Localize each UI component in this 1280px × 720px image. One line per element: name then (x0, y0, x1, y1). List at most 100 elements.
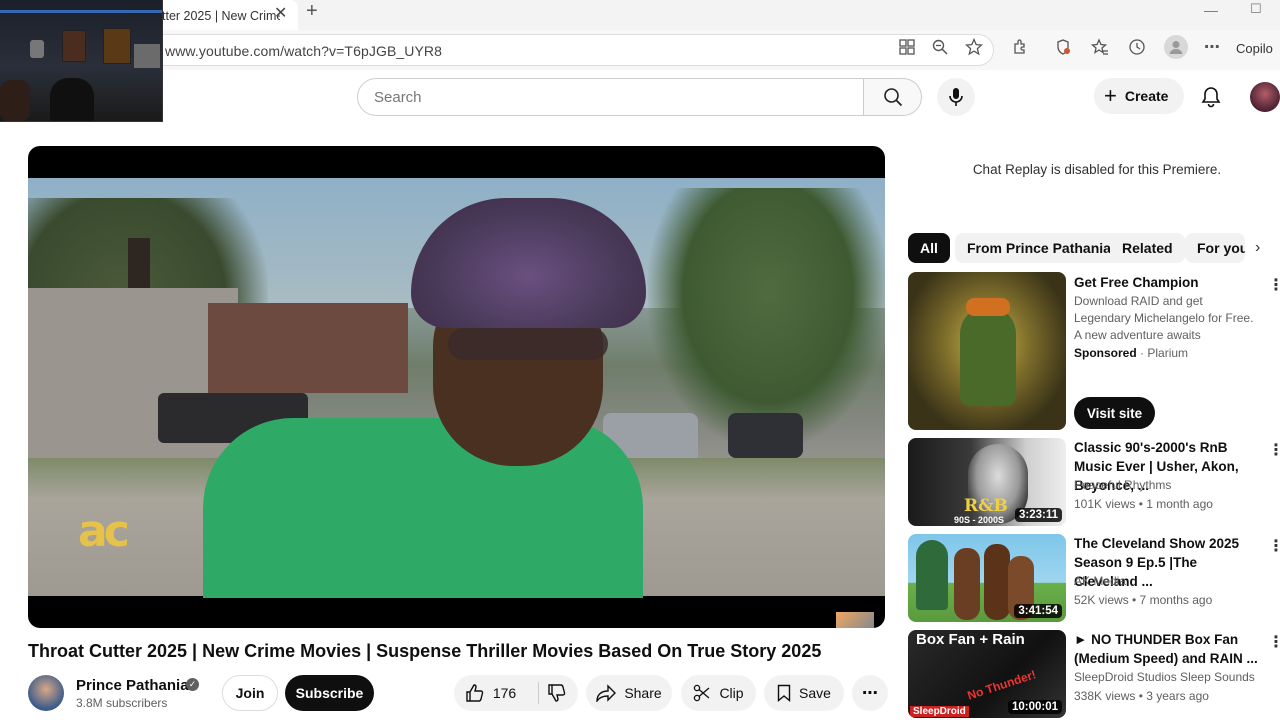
join-label: Join (235, 685, 265, 701)
search-button[interactable] (863, 78, 922, 116)
chip-for-you[interactable]: For you (1185, 233, 1245, 263)
recommendation-meta: 52K views • 7 months ago (1074, 593, 1213, 607)
share-label: Share (624, 685, 662, 701)
browser-menu-icon[interactable]: ⋯ (1202, 37, 1222, 57)
browser-essentials-icon[interactable] (1053, 37, 1073, 57)
dislike-button[interactable] (547, 683, 567, 703)
parked-car (728, 413, 803, 458)
thumbnail-subtext: 90S - 2000S (954, 515, 1005, 525)
thumbnail-character (954, 548, 980, 620)
new-tab-icon[interactable]: + (306, 0, 318, 23)
duration-badge: 3:41:54 (1014, 604, 1062, 618)
chip-from-channel[interactable]: From Prince Pathania (955, 233, 1123, 263)
channel-watermark-logo: ac (78, 506, 130, 557)
search-box[interactable] (357, 78, 864, 116)
tab-close-icon[interactable]: ✕ (274, 3, 287, 23)
extensions-icon[interactable] (1010, 37, 1030, 57)
subscriber-count: 3.8M subscribers (76, 696, 168, 710)
clip-label: Clip (719, 685, 744, 701)
ad-title[interactable]: Get Free Champion (1074, 273, 1260, 292)
shelf-item (30, 40, 44, 58)
url-text[interactable]: www.youtube.com/watch?v=T6pJGB_UYR8 (165, 43, 442, 59)
apps-icon[interactable] (897, 37, 917, 57)
video-title: Throat Cutter 2025 | New Crime Movies | … (28, 641, 822, 661)
recommendation-menu-icon[interactable]: ⋮ (1268, 440, 1280, 460)
gaming-chair (50, 78, 94, 121)
recommendation-menu-icon[interactable]: ⋮ (1268, 632, 1280, 652)
tree (648, 188, 885, 448)
recommendation-title[interactable]: ► NO THUNDER Box Fan (Medium Speed) and … (1074, 630, 1260, 668)
poster (62, 30, 86, 62)
like-dislike-group: 176 (454, 675, 578, 711)
house (208, 303, 408, 393)
video-frame[interactable]: ac (28, 178, 885, 628)
youtube-header: + Create (0, 70, 1280, 122)
ad-figure (960, 306, 1016, 406)
search-input[interactable] (374, 89, 834, 106)
favorites-icon[interactable] (1090, 37, 1110, 57)
share-button[interactable]: Share (586, 675, 672, 711)
advertiser-name: Plarium (1147, 346, 1189, 360)
visit-site-label: Visit site (1086, 405, 1143, 421)
chevron-right-icon[interactable]: › (1255, 239, 1260, 257)
minimize-icon[interactable]: — (1204, 2, 1218, 18)
profile-icon[interactable] (1164, 35, 1188, 59)
address-bar[interactable]: www.youtube.com/watch?v=T6pJGB_UYR8 (120, 34, 994, 66)
plus-icon: + (1104, 83, 1117, 108)
copilot-button[interactable]: Copilo (1236, 41, 1273, 56)
thumbnail-text: R&B (964, 496, 1008, 516)
thumbs-up-icon (466, 684, 484, 702)
notifications-button[interactable] (1196, 82, 1226, 112)
chip-related[interactable]: Related (1110, 233, 1185, 263)
thumbnail-text: Box Fan + Rain (916, 631, 1025, 648)
verified-badge-icon: ✓ (186, 678, 199, 691)
recommendation-channel[interactable]: Peaceful Rhythms (1074, 477, 1264, 494)
channel-avatar[interactable] (28, 675, 64, 711)
subscribe-button[interactable]: Subscribe (285, 675, 374, 711)
account-avatar[interactable] (1250, 82, 1280, 112)
thumbnail-brand: SleepDroid (910, 706, 969, 717)
maximize-icon[interactable]: ☐ (1250, 1, 1262, 17)
subscribe-label: Subscribe (295, 685, 364, 701)
recommendation-channel[interactable]: AK Media (1074, 573, 1264, 590)
history-icon[interactable] (1127, 37, 1147, 57)
browser-tabstrip: tter 2025 | New Crime Movies ✕ + — ☐ (0, 0, 1280, 30)
sunglasses (448, 328, 608, 360)
video-player[interactable]: ac (28, 146, 885, 628)
led-strip (0, 10, 162, 13)
recommendation-meta: 101K views • 1 month ago (1074, 497, 1213, 511)
thumbnail-character (984, 544, 1010, 620)
ad-menu-icon[interactable]: ⋮ (1268, 275, 1280, 295)
create-button[interactable]: + Create (1094, 78, 1184, 114)
clip-button[interactable]: Clip (681, 675, 756, 711)
ad-sponsor-line: Sponsored · Plarium (1074, 345, 1264, 362)
favorite-star-icon[interactable] (964, 37, 984, 57)
recommendation-thumbnail[interactable]: 3:41:54 (908, 534, 1066, 622)
join-button[interactable]: Join (222, 675, 278, 711)
channel-branding-thumbnail[interactable] (836, 612, 874, 628)
webcam-overlay (0, 0, 163, 122)
visit-site-button[interactable]: Visit site (1074, 397, 1155, 429)
voice-search-button[interactable] (937, 78, 975, 116)
save-button[interactable]: Save (764, 675, 844, 711)
address-bar-row: www.youtube.com/watch?v=T6pJGB_UYR8 ⋯ Co… (0, 30, 1280, 70)
recommendation-thumbnail[interactable]: Box Fan + Rain No Thunder! SleepDroid 10… (908, 630, 1066, 718)
save-label: Save (799, 685, 831, 701)
tab-title: tter 2025 | New Crime Movies (162, 9, 280, 23)
chip-all[interactable]: All (908, 233, 950, 263)
thumbnail-tree (916, 540, 948, 610)
zoom-icon[interactable] (930, 37, 950, 57)
ad-description: Download RAID and get Legendary Michelan… (1074, 294, 1254, 342)
duration-badge: 10:00:01 (1007, 700, 1062, 714)
bell-icon (1201, 87, 1221, 108)
share-icon (596, 684, 617, 702)
channel-name[interactable]: Prince Pathania (76, 677, 189, 694)
recommendation-thumbnail[interactable]: R&B 90S - 2000S 3:23:11 (908, 438, 1066, 526)
poster (134, 44, 160, 68)
thumbs-down-icon (548, 684, 566, 702)
like-button[interactable]: 176 (465, 683, 516, 703)
recommendation-menu-icon[interactable]: ⋮ (1268, 536, 1280, 556)
more-actions-icon[interactable]: ⋯ (852, 675, 888, 711)
recommendation-channel[interactable]: SleepDroid Studios Sleep Sounds (1074, 669, 1264, 686)
ad-thumbnail[interactable] (908, 272, 1066, 430)
